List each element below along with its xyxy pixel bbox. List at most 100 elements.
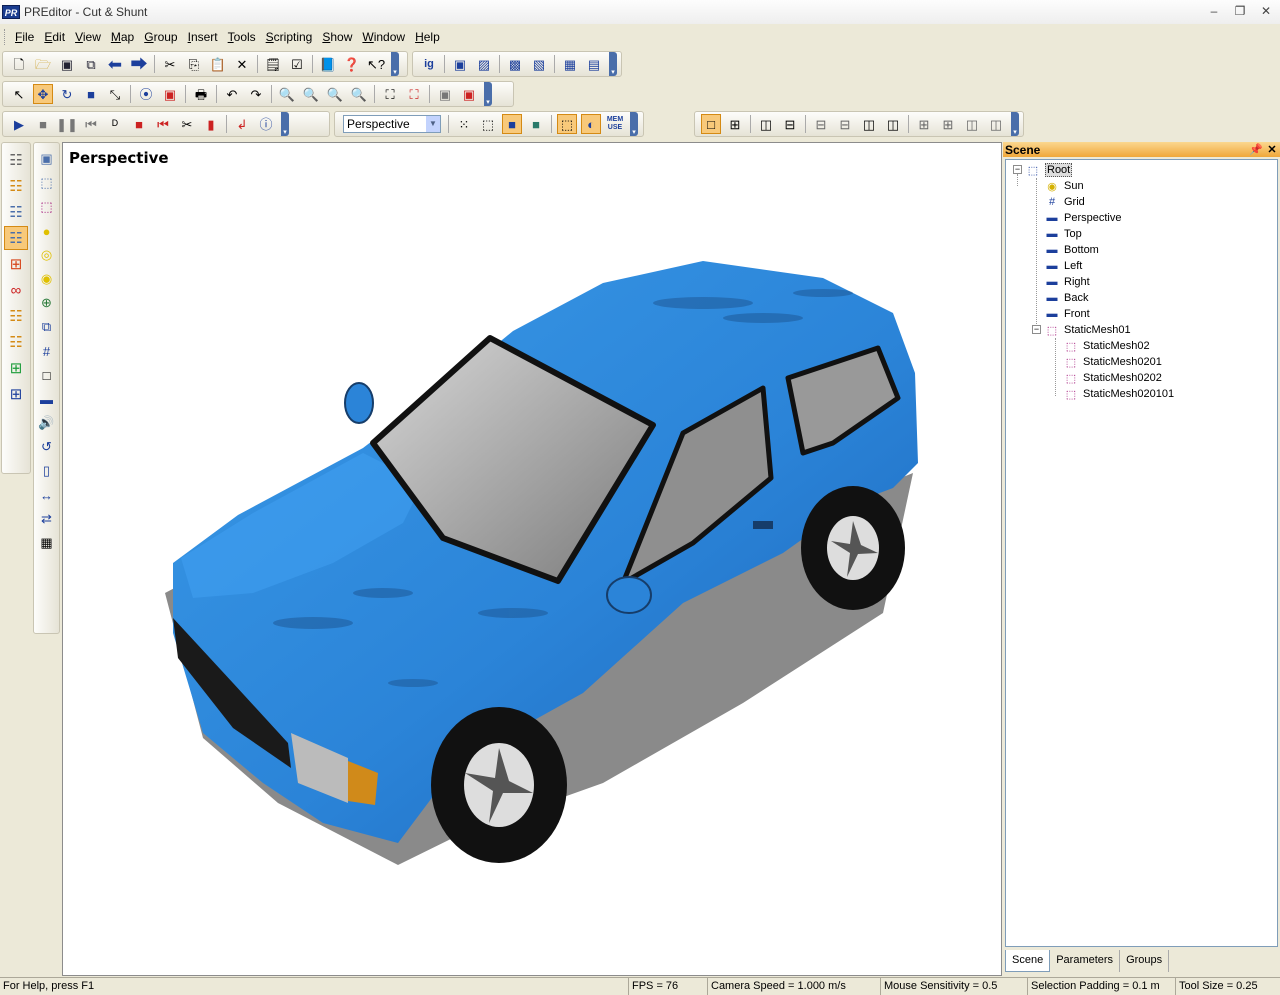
tree-item-bottom[interactable]: ▬ Bottom [1045,242,1099,258]
ig-icon[interactable]: ig [419,54,439,74]
object-c-icon[interactable]: ▩ [505,54,525,74]
layout-hsplit-icon[interactable]: ⊟ [780,114,800,134]
menu-tools[interactable]: Tools [224,30,260,44]
new-file-icon[interactable]: 🗋 [9,54,29,74]
delete-icon[interactable]: ✕ [232,54,252,74]
resize-icon[interactable]: ⤡ [105,84,125,104]
tree-item-right[interactable]: ▬ Right [1045,274,1090,290]
copy-icon[interactable]: ⎘ [184,54,204,74]
object-icon[interactable]: ⧉ [37,316,57,338]
nodes-icon[interactable]: ↔ [37,484,57,506]
tree-item-staticmesh0201[interactable]: ⬚ StaticMesh0201 [1064,354,1162,370]
layout-d-icon[interactable]: ◫ [883,114,903,134]
grid-icon[interactable]: # [37,340,57,362]
hierarchy-d-icon[interactable]: ☷ [4,226,28,250]
tree-item-top[interactable]: ▬ Top [1045,226,1082,242]
tab-groups[interactable]: Groups [1120,950,1170,972]
zoom-extents-icon[interactable]: ⛶ [380,84,400,104]
tree-expander-mesh01[interactable]: − [1032,325,1041,334]
layout-g-icon[interactable]: ◫ [962,114,982,134]
tree-item-perspective[interactable]: ▬ Perspective [1045,210,1122,226]
waypoint-icon[interactable]: ⇄ [37,508,57,530]
zoom-a-icon[interactable]: 🔍 [277,84,297,104]
box-icon[interactable]: ⬚ [557,114,577,134]
globe-icon[interactable]: ⊕ [37,292,57,314]
menu-show[interactable]: Show [318,30,356,44]
light-a-icon[interactable]: ◎ [37,244,57,266]
scale-icon[interactable]: ■ [81,84,101,104]
chevron-down-icon[interactable]: ▼ [426,116,440,132]
windows-flag-small-icon[interactable]: ⊞ [4,382,28,406]
points-icon[interactable]: ⁙ [454,114,474,134]
layout-f-icon[interactable]: ⊞ [938,114,958,134]
open-folder-icon[interactable]: 🗁 [33,54,53,74]
tree-item-root[interactable]: ⬚ Root [1026,162,1073,178]
menu-window[interactable]: Window [358,30,409,44]
snapshot-icon[interactable]: ▣ [435,84,455,104]
hierarchy-c-icon[interactable]: ☷ [4,200,28,224]
textured-icon[interactable]: ■ [526,114,546,134]
layout-single-icon[interactable]: □ [701,114,721,134]
tree-item-sun[interactable]: ◉ Sun [1045,178,1083,194]
red-arrow-icon[interactable]: ↲ [232,114,252,134]
cube-wire-icon[interactable]: ⬚ [37,172,57,194]
car-model-render[interactable] [63,143,1002,976]
minimize-icon[interactable]: – [1206,3,1222,19]
tree-expander-root[interactable]: − [1013,165,1022,174]
tree-item-back[interactable]: ▬ Back [1045,290,1089,306]
light-b-icon[interactable]: ◉ [37,268,57,290]
menu-view[interactable]: View [71,30,105,44]
scene-tree[interactable]: − ⬚ Root ◉ Sun # Grid ▬ Perspective ▬ To… [1005,159,1278,947]
paste-icon[interactable]: 📋 [208,54,228,74]
frame-icon[interactable]: ▣ [160,84,180,104]
menu-map[interactable]: Map [107,30,138,44]
windows-flag-icon[interactable]: ⊞ [4,356,28,380]
layout-a-icon[interactable]: ⊟ [811,114,831,134]
rotate-icon[interactable]: ↻ [57,84,77,104]
tree-item-staticmesh01[interactable]: ⬚ StaticMesh01 [1045,322,1131,338]
redo-icon[interactable]: ↷ [246,84,266,104]
layout-b-icon[interactable]: ⊟ [835,114,855,134]
tree-item-front[interactable]: ▬ Front [1045,306,1090,322]
tree-item-left[interactable]: ▬ Left [1045,258,1083,274]
portal-icon[interactable]: ▯ [37,460,57,482]
layout-c-icon[interactable]: ◫ [859,114,879,134]
zoom-c-icon[interactable]: 🔍 [325,84,345,104]
forward-arrow-icon[interactable]: ⮕ [129,54,149,74]
hierarchy-a-icon[interactable]: ☷ [4,148,28,172]
solid-icon[interactable]: ■ [502,114,522,134]
mesh-icon[interactable]: ⬚ [37,196,57,218]
speaker-icon[interactable]: 🔊 [37,412,57,434]
save-icon[interactable]: ▣ [57,54,77,74]
object-f-icon[interactable]: ▤ [584,54,604,74]
camera-frame-icon[interactable]: ▣ [459,84,479,104]
puzzle-b-icon[interactable]: ☷ [4,330,28,354]
print-icon[interactable]: 🖶 [191,84,211,104]
sound-e-icon[interactable]: ▮ [201,114,221,134]
context-help-icon[interactable]: ↖? [366,54,386,74]
info-icon[interactable]: ⓘ [256,114,276,134]
sound-d-icon[interactable]: ✂ [177,114,197,134]
book-icon[interactable]: 📘 [318,54,338,74]
play-icon[interactable]: ▶ [9,114,29,134]
wall-icon[interactable]: ▦ [37,532,57,554]
help-icon[interactable]: ❓ [342,54,362,74]
tab-scene[interactable]: Scene [1005,950,1051,972]
save-all-icon[interactable]: ⧉ [81,54,101,74]
hierarchy-b-icon[interactable]: ☷ [4,174,28,198]
object-b-icon[interactable]: ▨ [474,54,494,74]
ring-icon[interactable]: ∞ [4,278,28,302]
checklist-icon[interactable]: ☑ [287,54,307,74]
undo-icon[interactable]: ↶ [222,84,242,104]
menu-edit[interactable]: Edit [40,30,69,44]
camera-select[interactable]: Perspective ▼ [343,115,441,133]
toggle-icon[interactable]: ◐ [581,114,601,134]
menu-grip[interactable] [4,29,7,45]
cube-solid-icon[interactable]: ▣ [37,148,57,170]
tab-parameters[interactable]: Parameters [1050,950,1121,972]
pin-icon[interactable]: 📌 [1248,143,1264,156]
sound-b-icon[interactable]: ■ [129,114,149,134]
zoom-d-icon[interactable]: 🔍 [349,84,369,104]
sun-icon[interactable]: ● [37,220,57,242]
tree-item-staticmesh02[interactable]: ⬚ StaticMesh02 [1064,338,1150,354]
